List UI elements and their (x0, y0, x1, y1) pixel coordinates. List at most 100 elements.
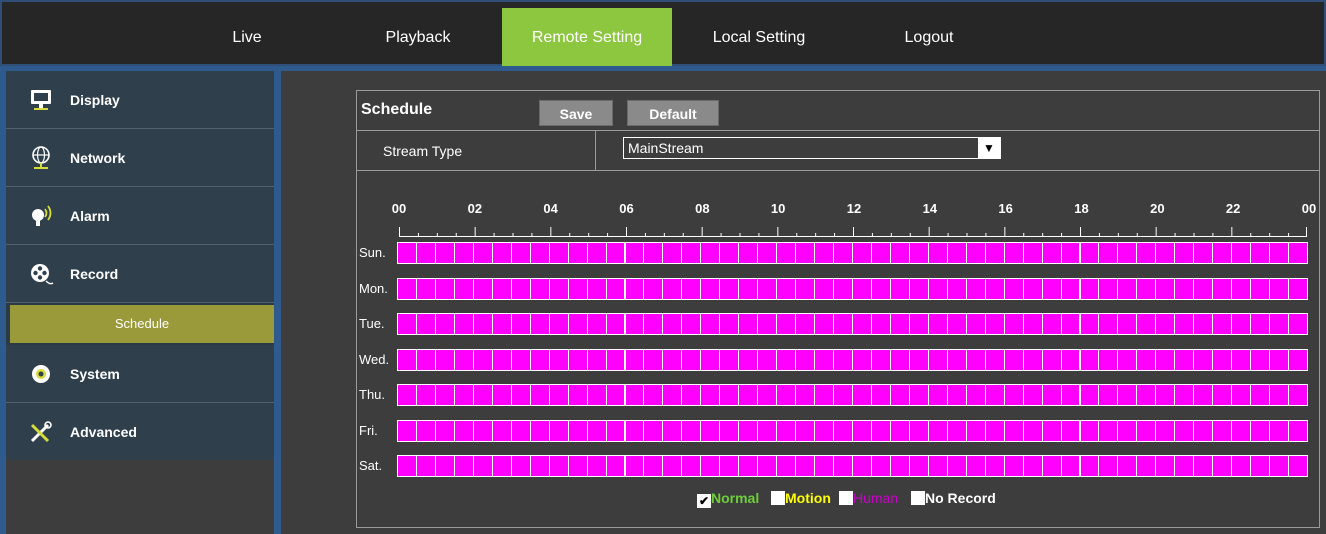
schedule-cell[interactable] (757, 384, 778, 406)
schedule-cell[interactable] (510, 242, 531, 264)
schedule-cell[interactable] (1212, 348, 1233, 371)
schedule-cell[interactable] (662, 419, 683, 442)
default-button[interactable]: Default (627, 100, 719, 126)
schedule-cell[interactable] (1193, 277, 1214, 300)
schedule-cell[interactable] (397, 384, 417, 406)
schedule-cell[interactable] (624, 277, 645, 300)
save-button[interactable]: Save (539, 100, 613, 126)
schedule-cell[interactable] (453, 313, 474, 335)
schedule-cell[interactable] (1079, 384, 1100, 406)
schedule-cell[interactable] (643, 313, 664, 335)
schedule-cell[interactable] (1250, 384, 1271, 406)
schedule-cell[interactable] (719, 348, 740, 371)
schedule-cell[interactable] (1155, 313, 1176, 335)
schedule-cell[interactable] (719, 384, 740, 406)
schedule-cell[interactable] (529, 455, 550, 477)
schedule-cell[interactable] (643, 348, 664, 371)
schedule-cell[interactable] (833, 277, 853, 300)
schedule-cell[interactable] (738, 455, 759, 477)
schedule-cell[interactable] (908, 242, 929, 264)
schedule-cell[interactable] (814, 384, 835, 406)
schedule-cell[interactable] (510, 348, 531, 371)
schedule-cell[interactable] (624, 313, 645, 335)
schedule-cell[interactable] (1117, 455, 1138, 477)
schedule-cell[interactable] (927, 419, 948, 442)
schedule-cell[interactable] (908, 384, 929, 406)
schedule-cell[interactable] (1212, 313, 1233, 335)
schedule-cell[interactable] (605, 455, 626, 477)
schedule-cell[interactable] (1136, 455, 1157, 477)
schedule-cell[interactable] (605, 277, 626, 300)
schedule-cell[interactable] (1079, 313, 1100, 335)
no-record-checkbox[interactable] (911, 491, 925, 505)
schedule-cell[interactable] (434, 277, 455, 300)
tab-remote-setting[interactable]: Remote Setting (502, 8, 672, 68)
schedule-cell[interactable] (548, 313, 569, 335)
schedule-cell[interactable] (510, 277, 531, 300)
schedule-cell[interactable] (738, 348, 759, 371)
schedule-cell[interactable] (795, 242, 816, 264)
schedule-cell[interactable] (908, 277, 929, 300)
schedule-cell[interactable] (1041, 348, 1062, 371)
schedule-cell[interactable] (757, 242, 778, 264)
schedule-cell[interactable] (833, 384, 853, 406)
schedule-cell[interactable] (681, 348, 702, 371)
schedule-cell[interactable] (1250, 242, 1271, 264)
schedule-cell[interactable] (889, 419, 910, 442)
schedule-cell[interactable] (662, 277, 683, 300)
schedule-cell[interactable] (1003, 384, 1024, 406)
schedule-cell[interactable] (567, 242, 588, 264)
schedule-cell[interactable] (852, 277, 872, 300)
schedule-cell[interactable] (453, 348, 474, 371)
schedule-cell[interactable] (833, 348, 853, 371)
schedule-cell[interactable] (453, 455, 474, 477)
schedule-cell[interactable] (870, 455, 891, 477)
schedule-cell[interactable] (814, 242, 835, 264)
schedule-cell[interactable] (1117, 242, 1138, 264)
schedule-cell[interactable] (738, 313, 759, 335)
schedule-cell[interactable] (1098, 419, 1119, 442)
schedule-cell[interactable] (738, 277, 759, 300)
schedule-cell[interactable] (1193, 242, 1214, 264)
schedule-cell[interactable] (1288, 277, 1308, 300)
schedule-cell[interactable] (1269, 313, 1290, 335)
schedule-cell[interactable] (397, 419, 417, 442)
schedule-cell[interactable] (472, 242, 493, 264)
schedule-cell[interactable] (434, 313, 455, 335)
schedule-cell[interactable] (1098, 348, 1119, 371)
schedule-cell[interactable] (1022, 313, 1043, 335)
schedule-cell[interactable] (757, 348, 778, 371)
schedule-cell[interactable] (795, 348, 816, 371)
schedule-cell[interactable] (1231, 384, 1252, 406)
schedule-cell[interactable] (1079, 455, 1100, 477)
schedule-cell[interactable] (889, 313, 910, 335)
schedule-cell[interactable] (681, 277, 702, 300)
schedule-cell[interactable] (795, 384, 816, 406)
schedule-cell[interactable] (434, 242, 455, 264)
schedule-cell[interactable] (662, 384, 683, 406)
schedule-cell[interactable] (472, 419, 493, 442)
schedule-cell[interactable] (472, 313, 493, 335)
schedule-cell[interactable] (946, 419, 967, 442)
schedule-cell[interactable] (700, 313, 721, 335)
schedule-cell[interactable] (1136, 384, 1157, 406)
schedule-cell[interactable] (1193, 455, 1214, 477)
schedule-cell[interactable] (1269, 455, 1290, 477)
sidebar-item-record[interactable]: Record (6, 245, 274, 303)
schedule-cell[interactable] (1098, 313, 1119, 335)
schedule-cell[interactable] (1136, 348, 1157, 371)
schedule-cell[interactable] (946, 277, 967, 300)
schedule-cell[interactable] (700, 384, 721, 406)
schedule-cell[interactable] (548, 419, 569, 442)
schedule-cell[interactable] (776, 455, 797, 477)
normal-checkbox[interactable]: ✔ (697, 494, 711, 508)
schedule-cell[interactable] (1212, 384, 1233, 406)
schedule-cell[interactable] (1098, 384, 1119, 406)
tab-logout[interactable]: Logout (886, 8, 972, 68)
schedule-cell[interactable] (1174, 384, 1195, 406)
schedule-cell[interactable] (984, 277, 1005, 300)
schedule-cell[interactable] (1193, 419, 1214, 442)
schedule-cell[interactable] (1003, 242, 1024, 264)
schedule-cell[interactable] (415, 348, 436, 371)
schedule-cell[interactable] (1136, 313, 1157, 335)
